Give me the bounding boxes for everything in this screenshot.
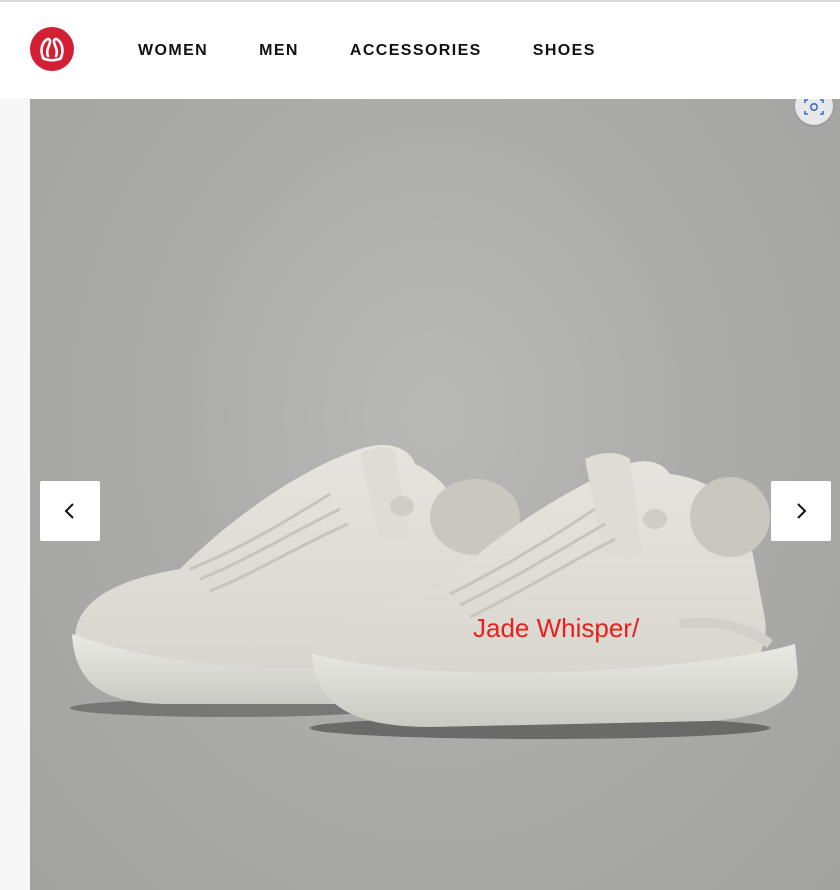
nav-men[interactable]: MEN <box>259 42 299 60</box>
gallery-prev-button[interactable] <box>40 481 100 541</box>
lululemon-logo-icon[interactable] <box>30 27 74 71</box>
chevron-right-icon <box>797 503 807 519</box>
sneakers-illustration <box>70 444 798 739</box>
nav-women[interactable]: WOMEN <box>138 42 208 60</box>
main-nav: WOMEN MEN ACCESSORIES SHOES <box>138 2 647 99</box>
nav-accessories[interactable]: ACCESSORIES <box>350 42 482 60</box>
nav-shoes[interactable]: SHOES <box>533 42 596 60</box>
site-header: WOMEN MEN ACCESSORIES SHOES <box>0 2 840 99</box>
gallery-next-button[interactable] <box>771 481 831 541</box>
left-gutter <box>0 99 30 890</box>
product-image <box>30 99 840 890</box>
chevron-left-icon <box>64 503 74 519</box>
color-name-label: Jade Whisper/ <box>473 613 640 643</box>
